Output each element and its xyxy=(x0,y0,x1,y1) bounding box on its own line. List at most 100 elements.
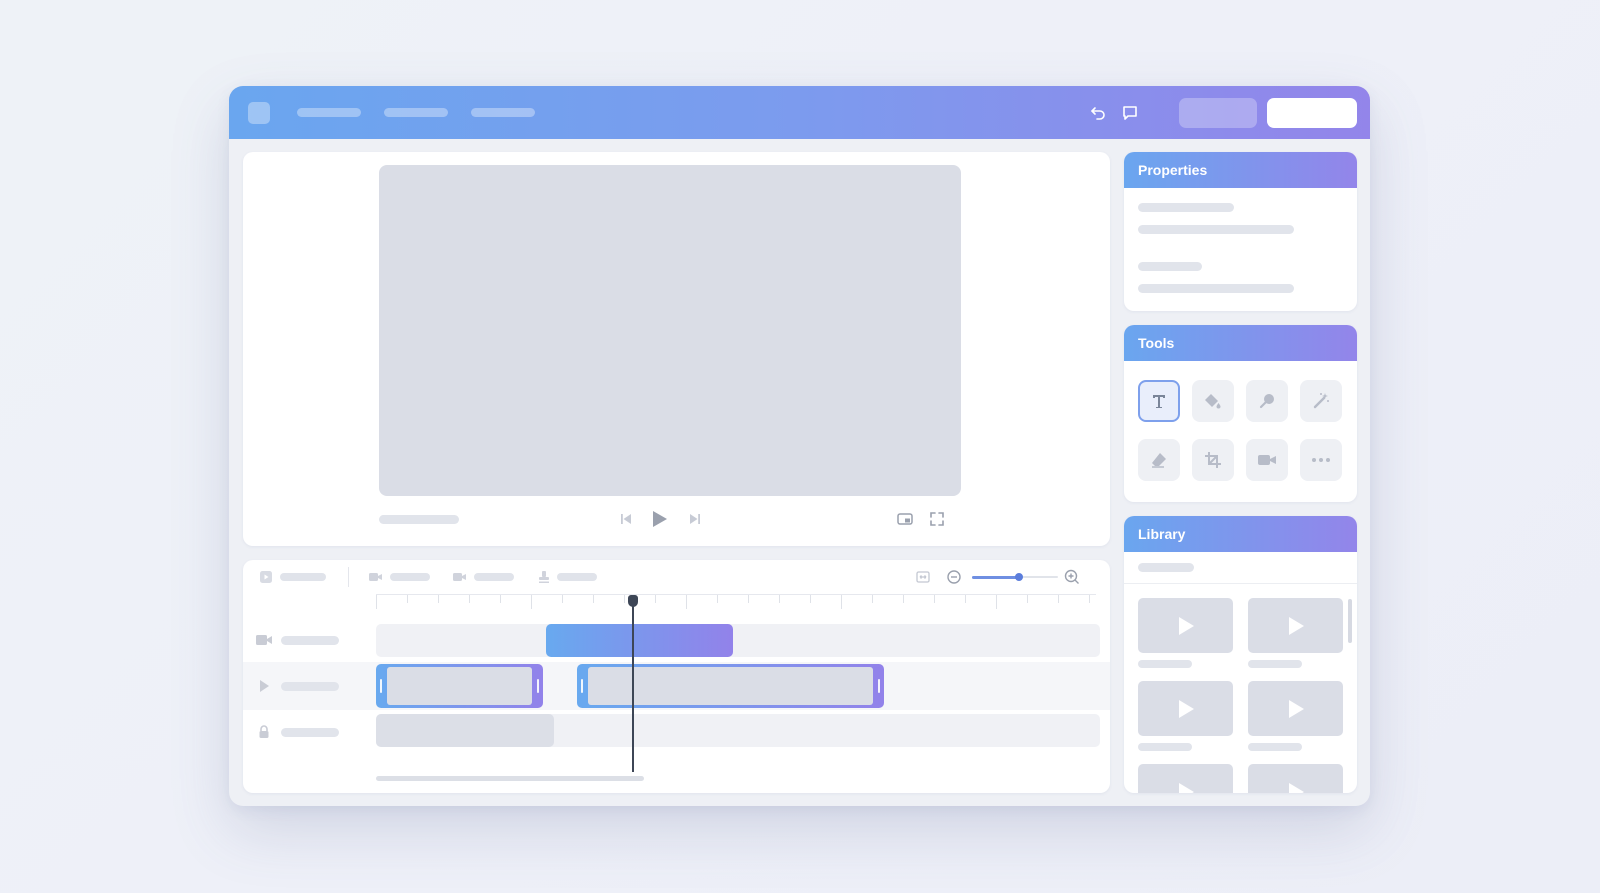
camera-tool-button[interactable] xyxy=(1246,439,1288,481)
play-icon xyxy=(255,677,273,695)
secondary-action-button[interactable] xyxy=(1179,98,1257,128)
fit-timeline-icon[interactable] xyxy=(915,569,931,585)
crop-tool-button[interactable] xyxy=(1192,439,1234,481)
property-value[interactable] xyxy=(1138,284,1294,293)
comment-icon[interactable] xyxy=(1117,100,1143,126)
text-tool-button[interactable] xyxy=(1138,380,1180,422)
picture-in-picture-icon[interactable] xyxy=(894,508,916,530)
zoom-slider[interactable] xyxy=(972,572,1058,582)
track-label xyxy=(281,682,339,691)
library-scrollbar[interactable] xyxy=(1348,599,1352,643)
media-clip-2[interactable] xyxy=(577,664,884,708)
play-icon xyxy=(1178,699,1194,718)
tools-panel: Tools xyxy=(1124,325,1357,502)
more-tools-button[interactable] xyxy=(1300,439,1342,481)
skip-forward-icon[interactable] xyxy=(684,508,706,530)
nav-item-3[interactable] xyxy=(471,108,535,117)
ruler-tick xyxy=(686,595,687,609)
eraser-tool-button[interactable] xyxy=(1138,439,1180,481)
nav-item-2[interactable] xyxy=(384,108,448,117)
play-icon xyxy=(1288,782,1304,793)
video-camera-icon xyxy=(453,573,466,581)
ruler-tick xyxy=(934,595,935,603)
library-item[interactable] xyxy=(1138,598,1233,653)
timeline-scrollbar[interactable] xyxy=(376,776,644,781)
ruler-tick xyxy=(438,595,439,603)
nav-item-1[interactable] xyxy=(297,108,361,117)
zoom-out-icon[interactable] xyxy=(946,569,962,585)
ruler-tick xyxy=(965,595,966,603)
preview-panel xyxy=(243,152,1110,546)
zoom-slider-thumb[interactable] xyxy=(1015,573,1024,581)
camera-icon xyxy=(369,573,382,581)
library-item[interactable] xyxy=(1248,681,1343,736)
library-filter[interactable] xyxy=(1138,563,1194,572)
trim-handle-left[interactable] xyxy=(581,679,583,693)
track-lane[interactable] xyxy=(376,624,1100,657)
library-item[interactable] xyxy=(1138,764,1233,793)
library-item-label xyxy=(1248,660,1302,668)
track-locked xyxy=(243,710,1110,756)
play-icon[interactable] xyxy=(648,508,670,530)
app-logo[interactable] xyxy=(248,102,270,124)
playhead-handle[interactable] xyxy=(628,595,638,607)
timeline-tool-video-clip[interactable] xyxy=(259,569,326,585)
editor-window: Properties Tools Library xyxy=(229,86,1370,806)
ruler-tick xyxy=(841,595,842,609)
primary-action-button[interactable] xyxy=(1267,98,1357,128)
stamp-icon xyxy=(539,571,549,583)
play-icon xyxy=(1288,616,1304,635)
zoom-in-icon[interactable] xyxy=(1064,569,1080,585)
library-item[interactable] xyxy=(1138,681,1233,736)
library-item-label xyxy=(1138,660,1192,668)
lock-icon[interactable] xyxy=(255,723,273,741)
timeline-tool-label xyxy=(280,573,326,581)
trim-handle-right[interactable] xyxy=(537,679,539,693)
playhead[interactable] xyxy=(632,598,634,772)
video-camera-icon xyxy=(255,631,273,649)
trim-handle-left[interactable] xyxy=(380,679,382,693)
ruler-tick xyxy=(872,595,873,603)
clip-thumbnail xyxy=(588,667,873,705)
media-clip-1[interactable] xyxy=(376,664,543,708)
video-clip[interactable] xyxy=(546,624,733,657)
library-panel: Library xyxy=(1124,516,1357,793)
timeline-tool-camera[interactable] xyxy=(368,569,430,585)
ruler-tick xyxy=(1058,595,1059,603)
library-item[interactable] xyxy=(1248,764,1343,793)
timeline-tool-label xyxy=(557,573,597,581)
magic-wand-tool-button[interactable] xyxy=(1300,380,1342,422)
library-item[interactable] xyxy=(1248,598,1343,653)
ruler-tick xyxy=(407,595,408,603)
ruler-tick xyxy=(1089,595,1090,603)
ruler-tick xyxy=(810,595,811,603)
library-item-label xyxy=(1248,743,1302,751)
library-item-label xyxy=(1138,743,1192,751)
ruler-tick xyxy=(903,595,904,603)
skip-back-icon[interactable] xyxy=(615,508,637,530)
brush-icon xyxy=(1259,394,1274,409)
brush-tool-button[interactable] xyxy=(1246,380,1288,422)
timeline-tool-video-camera[interactable] xyxy=(452,569,514,585)
trim-handle-right[interactable] xyxy=(878,679,880,693)
ruler-tick xyxy=(624,595,625,603)
fill-tool-button[interactable] xyxy=(1192,380,1234,422)
ruler-tick xyxy=(562,595,563,603)
property-value[interactable] xyxy=(1138,225,1294,234)
property-label xyxy=(1138,203,1234,212)
video-camera-icon xyxy=(1258,455,1276,465)
ruler-tick xyxy=(717,595,718,603)
video-preview[interactable] xyxy=(379,165,961,496)
time-ruler[interactable] xyxy=(376,594,1096,609)
timeline-tool-label xyxy=(474,573,514,581)
crop-icon xyxy=(1205,452,1221,468)
track-media xyxy=(243,662,1110,710)
ruler-tick xyxy=(500,595,501,603)
library-header: Library xyxy=(1124,516,1357,552)
tools-header: Tools xyxy=(1124,325,1357,361)
locked-clip[interactable] xyxy=(376,714,554,747)
timeline-tool-stamp[interactable] xyxy=(538,569,597,585)
undo-icon[interactable] xyxy=(1085,100,1111,126)
fullscreen-icon[interactable] xyxy=(926,508,948,530)
play-icon xyxy=(1288,699,1304,718)
